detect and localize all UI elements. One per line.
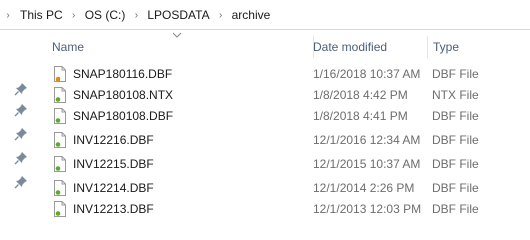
file-type: DBF File: [432, 133, 479, 147]
ntx-file-icon: [54, 87, 66, 103]
file-name: SNAP180108.DBF: [73, 109, 174, 123]
file-type: DBF File: [432, 202, 479, 216]
chevron-right-icon[interactable]: ›: [213, 10, 229, 21]
chevron-right-icon[interactable]: ›: [128, 10, 144, 21]
file-row[interactable]: SNAP180108.DBF 1/8/2018 4:41 PM DBF File: [40, 106, 530, 127]
dbf-file-icon: [54, 108, 66, 124]
file-row[interactable]: INV12214.DBF 12/1/2014 2:26 PM DBF File: [40, 178, 530, 199]
file-date-modified: 12/1/2016 12:34 AM: [313, 133, 421, 147]
file-date-modified: 1/8/2018 4:42 PM: [313, 88, 408, 102]
column-header-row: Name Date modified Type: [40, 36, 530, 58]
pin-icon[interactable]: [14, 127, 28, 141]
file-date-modified: 12/1/2015 10:37 AM: [313, 157, 421, 171]
file-type: DBF File: [432, 157, 479, 171]
file-name: INV12213.DBF: [73, 202, 154, 216]
file-name: SNAP180116.DBF: [73, 67, 173, 81]
column-header-name[interactable]: Name: [52, 36, 308, 58]
chevron-right-icon[interactable]: ›: [0, 10, 16, 21]
pin-icon[interactable]: [14, 82, 28, 96]
navigation-pane: [0, 30, 40, 220]
pin-icon[interactable]: [14, 175, 28, 189]
file-type: NTX File: [432, 88, 479, 102]
dbf-file-icon: [54, 180, 66, 196]
file-date-modified: 12/1/2013 12:03 PM: [313, 202, 422, 216]
file-name: SNAP180108.NTX: [73, 88, 174, 102]
file-name: INV12215.DBF: [73, 157, 154, 171]
file-row[interactable]: INV12213.DBF 12/1/2013 12:03 PM DBF File: [40, 199, 530, 220]
dbf-file-orange-icon: [54, 66, 66, 82]
breadcrumb-item-drive[interactable]: OS (C:): [82, 8, 129, 22]
file-date-modified: 1/16/2018 10:37 AM: [313, 67, 421, 81]
file-date-modified: 1/8/2018 4:41 PM: [313, 109, 408, 123]
address-bar[interactable]: › This PC › OS (C:) › LPOSDATA › archive: [0, 0, 530, 30]
breadcrumb-item-lposdata[interactable]: LPOSDATA: [144, 8, 212, 22]
pin-icon[interactable]: [14, 151, 28, 165]
file-type: DBF File: [432, 67, 479, 81]
file-row[interactable]: SNAP180116.DBF 1/16/2018 10:37 AM DBF Fi…: [40, 64, 530, 85]
file-date-modified: 12/1/2014 2:26 PM: [313, 181, 415, 195]
column-header-type[interactable]: Type: [427, 36, 530, 58]
file-row[interactable]: SNAP180108.NTX 1/8/2018 4:42 PM NTX File: [40, 85, 530, 106]
breadcrumb: › This PC › OS (C:) › LPOSDATA › archive: [0, 6, 273, 24]
column-header-date-modified[interactable]: Date modified: [313, 36, 427, 58]
file-row[interactable]: INV12215.DBF 12/1/2015 10:37 AM DBF File: [40, 154, 530, 175]
breadcrumb-item-archive[interactable]: archive: [229, 8, 274, 22]
dbf-file-icon: [54, 156, 66, 172]
file-type: DBF File: [432, 181, 479, 195]
file-type: DBF File: [432, 109, 479, 123]
chevron-right-icon[interactable]: ›: [66, 10, 82, 21]
file-name: INV12214.DBF: [73, 181, 154, 195]
breadcrumb-item-this-pc[interactable]: This PC: [16, 8, 66, 22]
pin-icon[interactable]: [14, 103, 28, 117]
file-row[interactable]: INV12216.DBF 12/1/2016 12:34 AM DBF File: [40, 130, 530, 151]
file-name: INV12216.DBF: [73, 133, 154, 147]
dbf-file-icon: [54, 201, 66, 217]
dbf-file-icon: [54, 132, 66, 148]
